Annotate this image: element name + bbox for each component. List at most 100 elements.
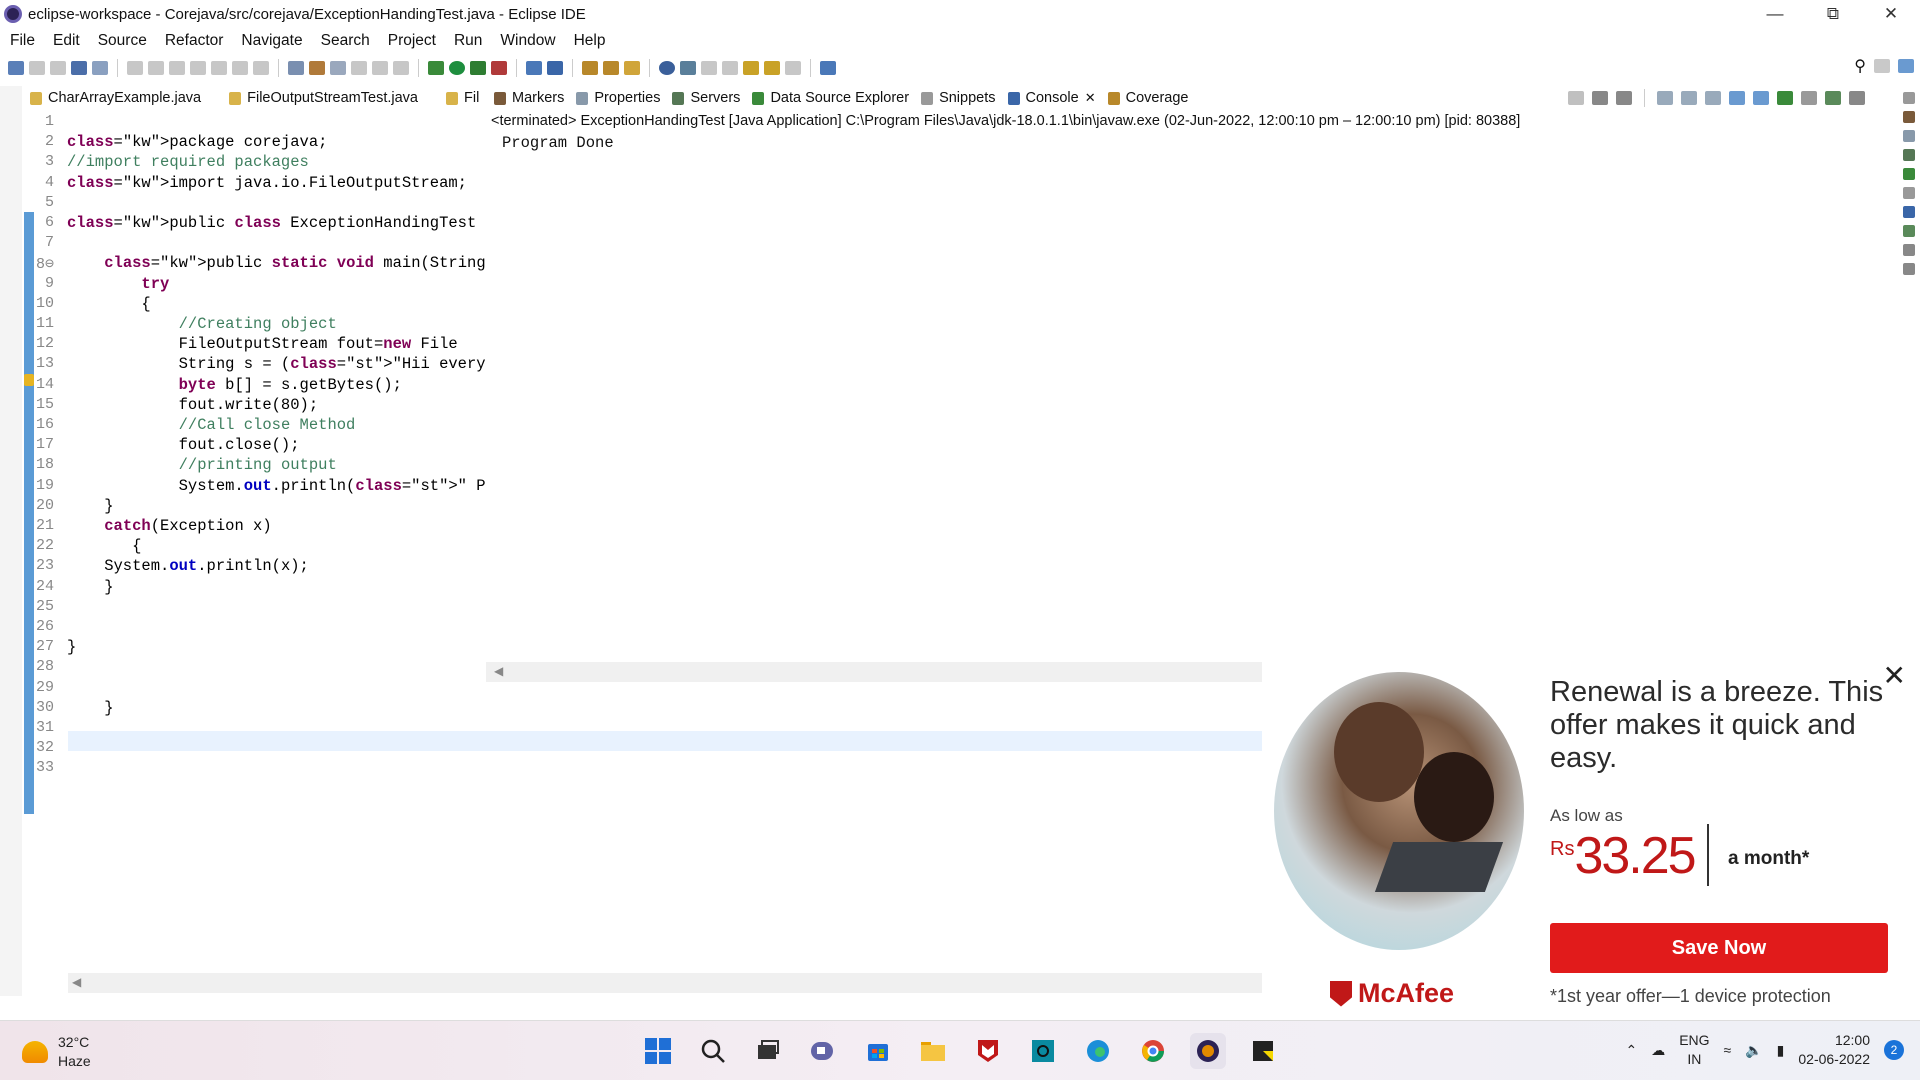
mcafee-ad-popup: ✕ McAfee Renewal is a breeze. This offer… bbox=[1262, 650, 1920, 1020]
menu-help[interactable]: Help bbox=[574, 32, 606, 50]
scroll-left-icon[interactable]: ◀ bbox=[494, 664, 503, 678]
remove-all-launches-icon[interactable] bbox=[1616, 91, 1632, 105]
line-number: 23 bbox=[35, 557, 54, 575]
line-number: 28 bbox=[35, 658, 54, 676]
servers-trim-icon[interactable] bbox=[1903, 149, 1915, 161]
previous-annotation-icon[interactable] bbox=[722, 61, 738, 75]
tab-properties[interactable]: Properties bbox=[576, 90, 660, 106]
cortana-app-icon[interactable] bbox=[1025, 1033, 1061, 1069]
pin-console-icon[interactable] bbox=[1777, 91, 1793, 105]
pin-editor-icon[interactable] bbox=[820, 61, 836, 75]
console-horizontal-scrollbar[interactable]: ◀ bbox=[486, 662, 1262, 682]
profile-icon[interactable] bbox=[491, 61, 507, 75]
eclipse-taskbar-icon[interactable] bbox=[1190, 1033, 1226, 1069]
open-task-icon[interactable] bbox=[603, 61, 619, 75]
weather-widget[interactable]: 32°C Haze bbox=[22, 1033, 91, 1071]
coverage-trim-icon[interactable] bbox=[1903, 225, 1915, 237]
tab-servers[interactable]: Servers bbox=[672, 90, 740, 106]
battery-icon[interactable]: ▮ bbox=[1777, 1042, 1785, 1059]
microsoft-store-icon[interactable] bbox=[860, 1033, 896, 1069]
clock[interactable]: 12:00 02-06-2022 bbox=[1798, 1031, 1870, 1069]
search-icon[interactable]: ⚲ bbox=[1854, 56, 1866, 76]
wifi-icon[interactable]: ≈ bbox=[1724, 1042, 1732, 1058]
new-class-icon[interactable] bbox=[547, 61, 563, 75]
line-number: 32 bbox=[35, 739, 54, 757]
open-console-icon[interactable] bbox=[1825, 91, 1841, 105]
warning-marker-icon[interactable] bbox=[24, 374, 34, 386]
show-stderr-icon[interactable] bbox=[1753, 91, 1769, 105]
search-tool-icon[interactable] bbox=[624, 61, 640, 75]
remove-launch-icon[interactable] bbox=[1592, 91, 1608, 105]
minimize-button[interactable]: — bbox=[1746, 0, 1804, 28]
new-package-icon[interactable] bbox=[526, 61, 542, 75]
scroll-left-icon[interactable]: ◀ bbox=[72, 975, 81, 989]
tab-snippets[interactable]: Snippets bbox=[921, 90, 996, 106]
task-view-icon[interactable] bbox=[750, 1033, 786, 1069]
code-line: System.out.println(x); bbox=[67, 557, 309, 576]
annotation-icon[interactable] bbox=[680, 61, 696, 75]
menu-window[interactable]: Window bbox=[500, 32, 555, 50]
next-annotation-icon[interactable] bbox=[701, 61, 717, 75]
outline-trim-icon[interactable] bbox=[1903, 244, 1915, 256]
last-edit-icon[interactable] bbox=[743, 61, 759, 75]
code-lines: 1 2 class="kw">package corejava; 3//import … bbox=[0, 0, 486, 1000]
code-line: //import required packages bbox=[67, 153, 309, 172]
save-now-button[interactable]: Save Now bbox=[1550, 923, 1888, 973]
language-indicator[interactable]: ENG IN bbox=[1679, 1031, 1709, 1069]
database-trim-icon[interactable] bbox=[1903, 168, 1915, 180]
forward-icon[interactable] bbox=[785, 61, 801, 75]
terminate-console-icon[interactable] bbox=[1568, 91, 1584, 105]
ad-price: Rs 33.25 bbox=[1550, 827, 1697, 885]
back-icon[interactable] bbox=[764, 61, 780, 75]
code-line: { bbox=[67, 537, 142, 556]
task-list-trim-icon[interactable] bbox=[1903, 263, 1915, 275]
file-explorer-icon[interactable] bbox=[915, 1033, 951, 1069]
line-number: 15 bbox=[35, 395, 54, 413]
teams-chat-icon[interactable] bbox=[805, 1033, 841, 1069]
tab-console[interactable]: Console ✕ bbox=[1007, 90, 1096, 106]
mcafee-logo: McAfee bbox=[1330, 978, 1454, 1009]
code-line: } bbox=[67, 638, 77, 657]
restore-icon[interactable] bbox=[1903, 92, 1915, 104]
search-taskbar-icon[interactable] bbox=[695, 1033, 731, 1069]
console-trim-icon[interactable] bbox=[1903, 206, 1915, 218]
word-wrap-icon[interactable] bbox=[1705, 91, 1721, 105]
mcafee-taskbar-icon[interactable] bbox=[970, 1033, 1006, 1069]
sticky-notes-icon[interactable] bbox=[1245, 1033, 1281, 1069]
open-perspective-icon[interactable] bbox=[1874, 59, 1890, 73]
edge-browser-icon[interactable] bbox=[1080, 1033, 1116, 1069]
snippets-trim-icon[interactable] bbox=[1903, 187, 1915, 199]
start-icon[interactable] bbox=[640, 1033, 676, 1069]
code-line: try bbox=[141, 274, 170, 293]
maximize-button[interactable]: ⧉ bbox=[1804, 0, 1862, 28]
java-perspective-icon[interactable] bbox=[1898, 59, 1914, 73]
tab-markers[interactable]: Markers bbox=[494, 90, 564, 106]
console-scrollbar[interactable] bbox=[1874, 134, 1888, 664]
volume-icon[interactable]: 🔈 bbox=[1745, 1042, 1762, 1059]
ad-divider bbox=[1707, 824, 1709, 886]
show-hidden-icons-icon[interactable]: ⌃ bbox=[1625, 1042, 1637, 1059]
close-window-button[interactable]: ✕ bbox=[1862, 0, 1920, 28]
clear-console-icon[interactable] bbox=[1657, 91, 1673, 105]
web-browser-icon[interactable] bbox=[659, 61, 675, 75]
chrome-browser-icon[interactable] bbox=[1135, 1033, 1171, 1069]
notification-badge[interactable]: 2 bbox=[1884, 1040, 1904, 1060]
code-line: //Creating object bbox=[178, 315, 337, 333]
properties-trim-icon[interactable] bbox=[1903, 130, 1915, 142]
line-number: 11 bbox=[35, 315, 54, 332]
code-line: } bbox=[67, 577, 114, 596]
scroll-lock-icon[interactable] bbox=[1681, 91, 1697, 105]
view-menu-icon[interactable] bbox=[1849, 91, 1865, 105]
open-type-icon[interactable] bbox=[582, 61, 598, 75]
tab-data-source-explorer[interactable]: Data Source Explorer bbox=[752, 90, 909, 106]
markers-trim-icon[interactable] bbox=[1903, 111, 1915, 123]
line-number: 17 bbox=[35, 436, 54, 454]
show-stdout-icon[interactable] bbox=[1729, 91, 1745, 105]
display-console-icon[interactable] bbox=[1801, 91, 1817, 105]
onedrive-icon[interactable]: ☁ bbox=[1651, 1042, 1665, 1059]
code-line: fout.write(80); bbox=[67, 395, 319, 414]
tab-coverage[interactable]: Coverage bbox=[1107, 90, 1188, 106]
editor-horizontal-scrollbar[interactable]: ◀ bbox=[68, 973, 1262, 993]
ad-period: a month* bbox=[1728, 848, 1810, 869]
close-console-icon[interactable]: ✕ bbox=[1085, 90, 1096, 106]
